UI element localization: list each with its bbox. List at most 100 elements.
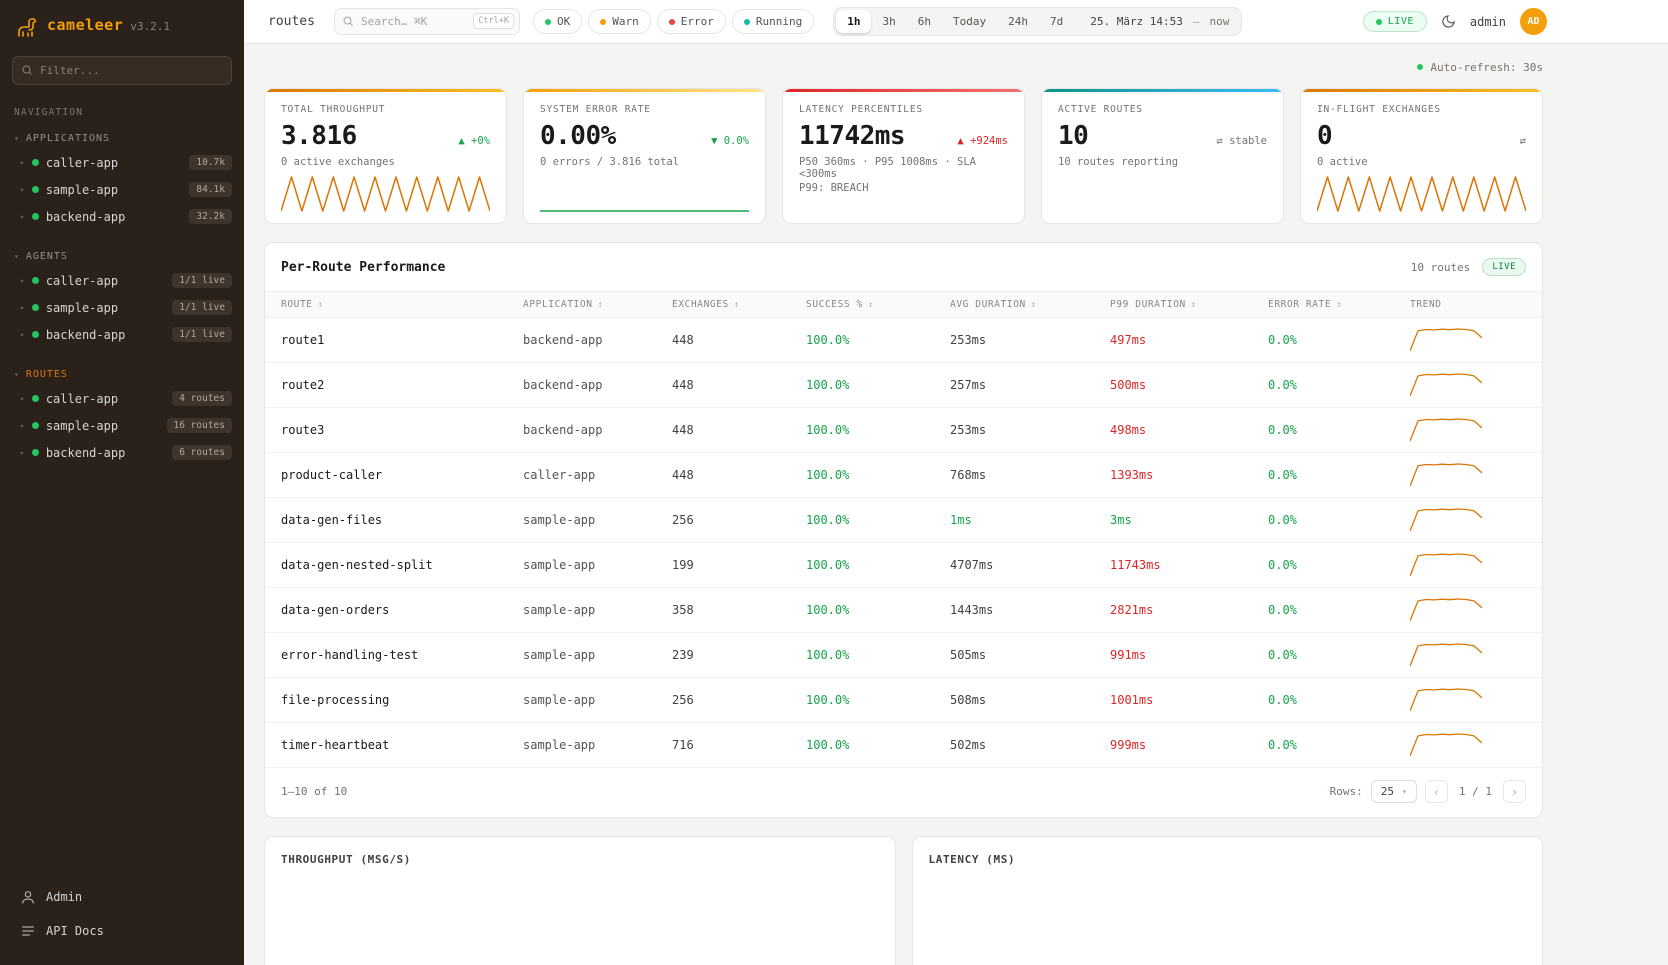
column-header-error-rate[interactable]: ERROR RATE↕ [1268,299,1410,310]
cell-application: caller-app [523,468,672,482]
chevron-right-icon: ▸ [20,421,25,430]
next-page-button[interactable]: › [1503,780,1526,803]
sidebar-item-applications-sample-app[interactable]: ▸ sample-app 84.1k [0,176,244,203]
cell-application: backend-app [523,378,672,392]
kpi-title: IN-FLIGHT EXCHANGES [1317,104,1526,115]
kpi-subtitle: 10 routes reporting [1058,156,1267,168]
sidebar-footer-admin[interactable]: Admin [16,883,228,911]
time-range-3h[interactable]: 3h [871,10,906,33]
date-range-end[interactable]: now [1210,15,1230,28]
sidebar-item-applications-caller-app[interactable]: ▸ caller-app 10.7k [0,149,244,176]
kpi-value: 3.816 [281,121,357,151]
filter-input[interactable] [12,56,232,85]
sidebar-section-agents[interactable]: ▾ AGENTS [0,246,244,267]
column-header-exchanges[interactable]: EXCHANGES↕ [672,299,806,310]
sidebar-item-label: caller-app [46,392,118,406]
column-label: TREND [1410,299,1442,310]
table-row-file-processing[interactable]: file-processing sample-app 256 100.0% 50… [265,678,1542,723]
chevron-right-icon: ▸ [20,448,25,457]
sort-icon: ↕ [1191,300,1197,310]
table-row-route1[interactable]: route1 backend-app 448 100.0% 253ms 497m… [265,318,1542,363]
rows-per-page-select[interactable]: 25 ▾ [1371,780,1417,803]
table-row-error-handling-test[interactable]: error-handling-test sample-app 239 100.0… [265,633,1542,678]
live-indicator: LIVE [1363,11,1427,32]
theme-toggle-button[interactable] [1441,14,1456,29]
cell-p99-duration: 498ms [1110,423,1268,437]
column-header-success-[interactable]: SUCCESS %↕ [806,299,950,310]
section-title-label: ROUTES [26,369,68,380]
kpi-accent-bar [1301,89,1542,92]
breadcrumb: routes [268,14,315,29]
filter-chip-running[interactable]: Running [732,9,814,34]
cell-error-rate: 0.0% [1268,648,1410,662]
sidebar-item-routes-sample-app[interactable]: ▸ sample-app 16 routes [0,412,244,439]
sort-icon: ↕ [598,300,604,310]
table-row-data-gen-files[interactable]: data-gen-files sample-app 256 100.0% 1ms… [265,498,1542,543]
cell-application: backend-app [523,333,672,347]
cell-route: file-processing [281,693,523,707]
cell-p99-duration: 999ms [1110,738,1268,752]
filter-chip-error[interactable]: Error [657,9,726,34]
avatar[interactable]: AD [1520,8,1547,35]
live-dot-icon [1376,19,1382,25]
prev-page-button[interactable]: ‹ [1425,780,1448,803]
table-body: route1 backend-app 448 100.0% 253ms 497m… [265,318,1542,768]
kpi-title: LATENCY PERCENTILES [799,104,1008,115]
sidebar-item-routes-backend-app[interactable]: ▸ backend-app 6 routes [0,439,244,466]
time-range-1h[interactable]: 1h [836,10,871,33]
live-label: LIVE [1388,16,1414,27]
trend-sparkline [1410,642,1482,668]
column-header-avg-duration[interactable]: AVG DURATION↕ [950,299,1110,310]
table-footer: 1–10 of 10 Rows: 25 ▾ ‹ 1 / 1 › [265,768,1542,817]
kpi-row: TOTAL THROUGHPUT 3.816 ▲ +0% 0 active ex… [264,88,1543,224]
table-row-route2[interactable]: route2 backend-app 448 100.0% 257ms 500m… [265,363,1542,408]
sidebar-item-applications-backend-app[interactable]: ▸ backend-app 32.2k [0,203,244,230]
trend-sparkline [1410,732,1482,758]
trend-sparkline [1410,687,1482,713]
time-range-7d[interactable]: 7d [1039,10,1074,33]
trend-sparkline [1410,372,1482,398]
sidebar-item-badge: 84.1k [189,182,232,197]
sidebar-item-routes-caller-app[interactable]: ▸ caller-app 4 routes [0,385,244,412]
cell-success: 100.0% [806,693,950,707]
date-range-start[interactable]: 25. März 14:53 [1090,15,1183,28]
time-range-24h[interactable]: 24h [997,10,1039,33]
time-range-6h[interactable]: 6h [907,10,942,33]
table-row-timer-heartbeat[interactable]: timer-heartbeat sample-app 716 100.0% 50… [265,723,1542,768]
app-name: cameleer [47,16,123,34]
chevron-down-icon: ▾ [1402,787,1407,796]
table-row-data-gen-orders[interactable]: data-gen-orders sample-app 358 100.0% 14… [265,588,1542,633]
column-header-route[interactable]: ROUTE↕ [281,299,523,310]
table-row-route3[interactable]: route3 backend-app 448 100.0% 253ms 498m… [265,408,1542,453]
filter-chip-warn[interactable]: Warn [588,9,651,34]
kpi-in-flight-exchanges: IN-FLIGHT EXCHANGES 0 ⇄ 0 active [1300,88,1543,224]
app-version: v3.2.1 [130,20,170,33]
sort-icon: ↕ [318,300,324,310]
table-row-data-gen-nested-split[interactable]: data-gen-nested-split sample-app 199 100… [265,543,1542,588]
sidebar-section-applications[interactable]: ▾ APPLICATIONS [0,128,244,149]
filter-chip-ok[interactable]: OK [533,9,582,34]
moon-icon [1441,14,1456,29]
time-range-today[interactable]: Today [942,10,997,33]
status-dot-icon [545,19,551,25]
chevron-down-icon: ▾ [14,370,20,379]
column-header-p99-duration[interactable]: P99 DURATION↕ [1110,299,1268,310]
sidebar-section-routes[interactable]: ▾ ROUTES [0,364,244,385]
status-filter-chips: OKWarnErrorRunning [533,9,814,34]
section-title-label: AGENTS [26,251,68,262]
cell-p99-duration: 497ms [1110,333,1268,347]
time-range-group: 1h3h6hToday24h7d 25. März 14:53 — now [833,7,1242,36]
table-row-product-caller[interactable]: product-caller caller-app 448 100.0% 768… [265,453,1542,498]
live-badge: LIVE [1482,258,1526,276]
sidebar-item-agents-backend-app[interactable]: ▸ backend-app 1/1 live [0,321,244,348]
sidebar-nav: ▾ APPLICATIONS ▸ caller-app 10.7k ▸ samp… [0,128,244,482]
sidebar-footer-api-docs[interactable]: API Docs [16,917,228,945]
chevron-right-icon: ▸ [20,212,25,221]
sidebar-item-agents-sample-app[interactable]: ▸ sample-app 1/1 live [0,294,244,321]
sidebar-item-agents-caller-app[interactable]: ▸ caller-app 1/1 live [0,267,244,294]
cell-success: 100.0% [806,603,950,617]
sidebar-item-label: caller-app [46,156,118,170]
footer-item-label: Admin [46,890,82,904]
kpi-sparkline [281,175,490,213]
column-header-application[interactable]: APPLICATION↕ [523,299,672,310]
